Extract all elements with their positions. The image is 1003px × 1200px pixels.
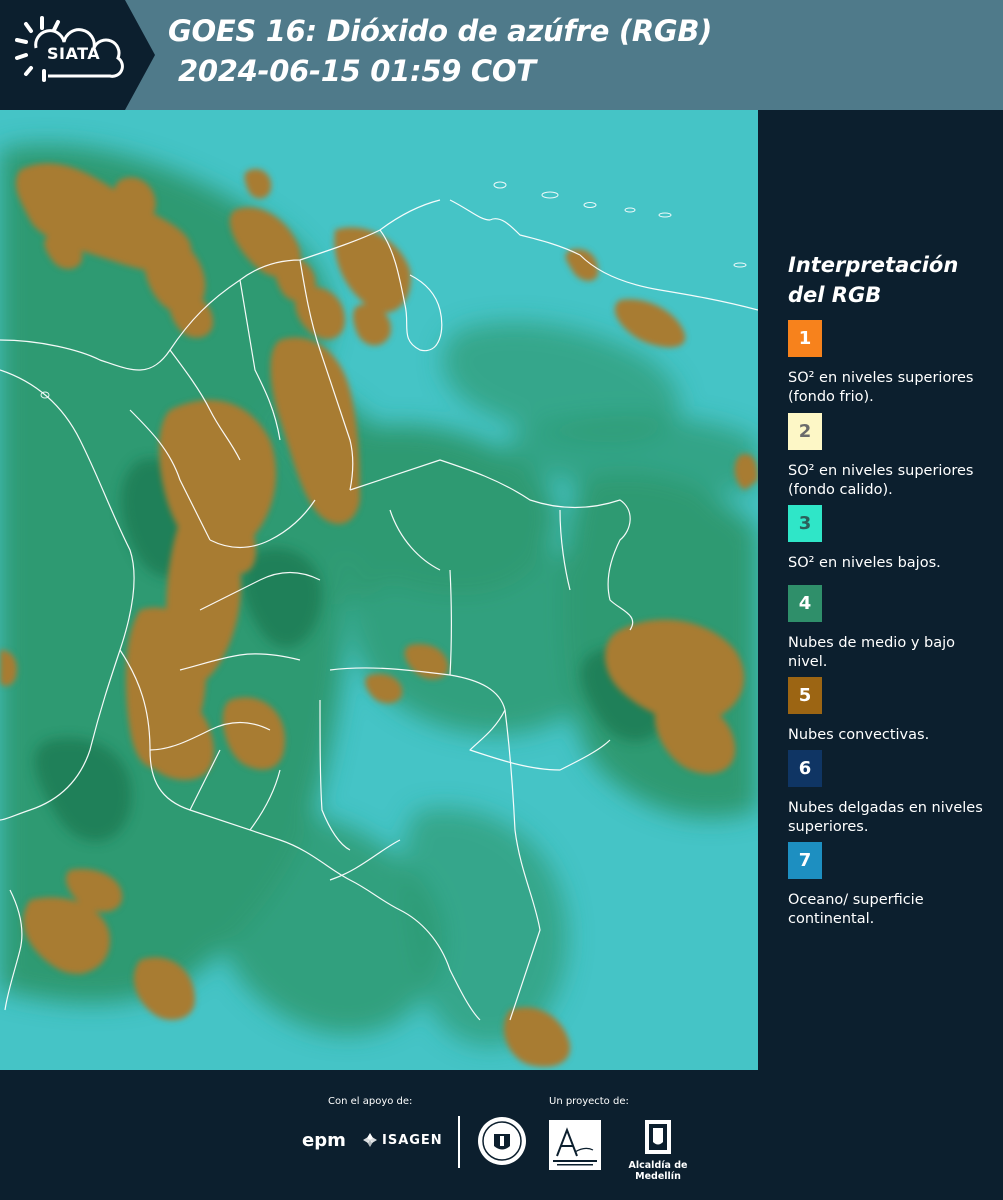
legend-label: SO² en niveles superiores (fondo frio). [788,370,974,405]
alcaldia-medellin-logo[interactable]: Alcaldía de Medellín [612,1118,704,1182]
legend-swatch: 7 [788,842,822,879]
header-bar: SIATA GOES 16: Dióxido de azúfre (RGB) 2… [0,0,1003,110]
logo-text: SIATA [47,44,101,63]
isagen-icon [363,1133,377,1147]
siata-logo[interactable]: SIATA [0,0,155,110]
legend-panel: Interpretación del RGB 1 SO² en niveles … [758,110,1003,1070]
legend-number: 1 [798,328,812,349]
legend-label: Nubes delgadas en niveles superiores. [788,800,983,835]
satellite-image [0,110,758,1070]
legend-title-line2: del RGB [788,283,882,307]
footer: Con el apoyo de: Un proyecto de: epm ISA… [0,1070,1003,1200]
legend-swatch: 1 [788,320,822,357]
isagen-logo[interactable]: ISAGEN [362,1132,443,1148]
footer-divider [458,1116,460,1168]
legend-item-6: 6 Nubes delgadas en niveles superiores. [788,750,988,837]
area-metropolitana-logo[interactable] [549,1120,601,1170]
legend-swatch: 4 [788,585,822,622]
medellin-seal-icon[interactable] [477,1116,527,1166]
alcaldia-shield-graphic [645,1120,671,1154]
legend-number: 4 [798,593,812,614]
support-label: Con el apoyo de: [328,1096,413,1107]
legend-label: Oceano/ superficie continental. [788,892,924,927]
legend-item-1: 1 SO² en niveles superiores (fondo frio)… [788,320,988,407]
legend-number: 2 [798,421,812,442]
legend-number: 3 [798,513,812,534]
legend-number: 7 [798,850,812,871]
project-label: Un proyecto de: [549,1096,629,1107]
legend-number: 6 [798,758,812,779]
satellite-map[interactable] [0,110,758,1070]
legend-swatch: 5 [788,677,822,714]
seal-graphic [478,1117,526,1165]
legend-swatch: 6 [788,750,822,787]
area-metropolitana-graphic [549,1120,601,1170]
legend-title-line1: Interpretación [788,253,959,277]
legend-swatch: 2 [788,413,822,450]
timestamp: 2024-06-15 01:59 COT [178,54,536,88]
legend-item-7: 7 Oceano/ superficie continental. [788,842,988,929]
legend-item-2: 2 SO² en niveles superiores (fondo calid… [788,413,988,500]
legend-number: 5 [798,685,812,706]
legend-swatch: 3 [788,505,822,542]
page-title: GOES 16: Dióxido de azúfre (RGB) [168,14,713,48]
legend-label: SO² en niveles superiores (fondo calido)… [788,463,974,498]
isagen-text: ISAGEN [382,1132,443,1148]
epm-logo[interactable]: epm [302,1130,346,1151]
legend-title: Interpretación del RGB [788,250,988,310]
legend-label: Nubes de medio y bajo nivel. [788,635,955,670]
legend-item-3: 3 SO² en niveles bajos. [788,505,988,592]
alcaldia-text: Alcaldía de Medellín [628,1160,688,1182]
legend-item-4: 4 Nubes de medio y bajo nivel. [788,585,988,672]
